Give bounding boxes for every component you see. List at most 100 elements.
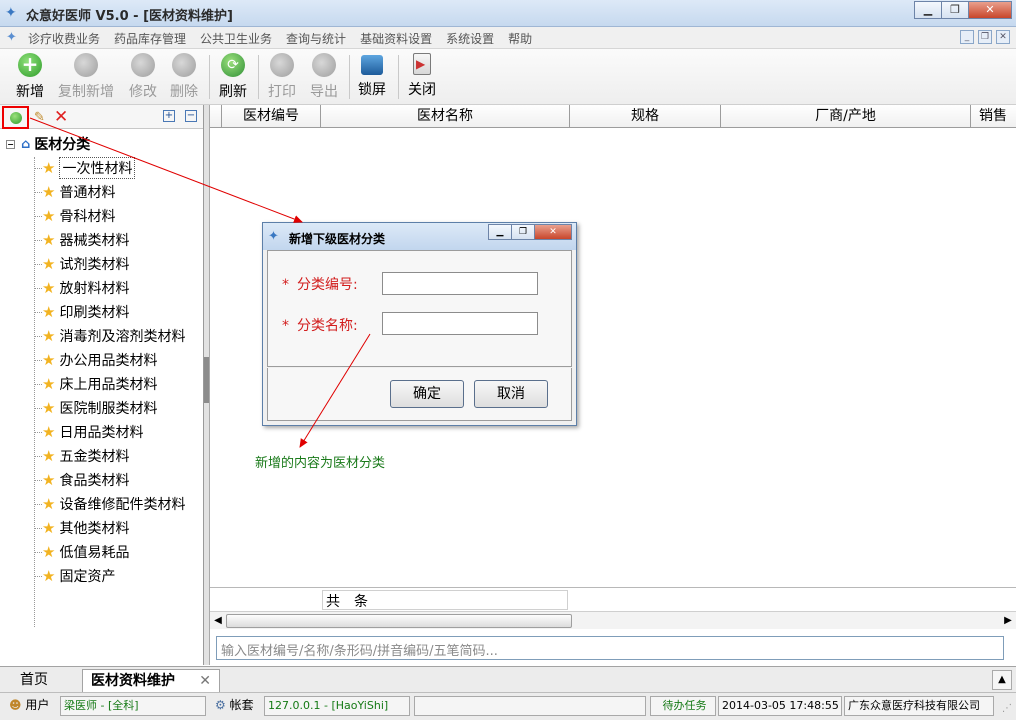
restore-icon[interactable]: ❐ [941, 1, 969, 19]
tree-root[interactable]: − ⌂ 医材分类 [6, 134, 90, 154]
tab-materials[interactable]: 医材资料维护 ✕ [82, 669, 220, 692]
edit-button[interactable]: 修改 [129, 53, 157, 101]
tree-toolbar: ✎ ✕ + − [0, 105, 203, 129]
col-header-sales[interactable]: 销售 [971, 105, 1016, 127]
close-button[interactable]: 关闭 [408, 53, 436, 99]
tree-item[interactable]: ★ 消毒剂及溶剂类材料 [34, 324, 202, 348]
tree-item-label: 五金类材料 [59, 449, 130, 465]
mdi-restore-icon[interactable]: ❐ [978, 30, 992, 44]
resize-grip-icon[interactable]: ⋰ [1002, 703, 1012, 714]
tree-item[interactable]: ★ 骨科材料 [34, 204, 202, 228]
tree-item-label: 其他类材料 [59, 521, 130, 537]
new-button[interactable]: + 新增 [16, 53, 44, 101]
edit-category-icon[interactable]: ✎ [34, 110, 45, 125]
cancel-button[interactable]: 取消 [474, 380, 548, 408]
menu-item-clinic[interactable]: 诊疗收费业务 [28, 30, 100, 47]
tree-item[interactable]: ★ 五金类材料 [34, 444, 202, 468]
category-name-input[interactable] [382, 312, 538, 335]
toolbar: + 新增 复制新增 修改 删除 ⟳ 刷新 打印 导出 锁屏 关闭 [0, 49, 1016, 105]
user-status: ☻ 用户 [6, 696, 56, 716]
lock-screen-button[interactable]: 锁屏 [358, 53, 386, 99]
menu-item-pharmacy[interactable]: 药品库存管理 [114, 30, 186, 47]
tree-item[interactable]: ★ 床上用品类材料 [34, 372, 202, 396]
search-input[interactable]: 输入医材编号/名称/条形码/拼音编码/五笔简码... [216, 636, 1004, 660]
tree-item[interactable]: ★ 医院制服类材料 [34, 396, 202, 420]
dialog-restore-icon[interactable]: ❐ [511, 224, 535, 240]
col-header-spec[interactable]: 规格 [570, 105, 721, 127]
tree-item-label: 一次性材料 [59, 157, 136, 179]
tree-item[interactable]: ★ 办公用品类材料 [34, 348, 202, 372]
export-label: 导出 [310, 84, 338, 100]
star-icon: ★ [42, 543, 56, 561]
collapse-all-icon[interactable]: − [185, 110, 197, 122]
menu-item-query[interactable]: 查询与统计 [286, 30, 346, 47]
tree-item[interactable]: ★ 器械类材料 [34, 228, 202, 252]
app-icon: ✦ [268, 229, 279, 244]
tab-scroll-up-icon[interactable]: ▲ [992, 670, 1012, 690]
tree-item[interactable]: ★ 日用品类材料 [34, 420, 202, 444]
menu-item-system[interactable]: 系统设置 [446, 30, 494, 47]
tree-item[interactable]: ★ 低值易耗品 [34, 540, 202, 564]
star-icon: ★ [42, 255, 56, 273]
delete-label: 删除 [170, 84, 198, 100]
app-menu-icon[interactable]: ✦ [6, 30, 17, 45]
col-header-code[interactable]: 医材编号 [222, 105, 321, 127]
tab-home[interactable]: 首页 [12, 669, 56, 692]
splitter-grip[interactable] [204, 357, 209, 403]
tree-item[interactable]: ★ 放射料材料 [34, 276, 202, 300]
copy-new-button[interactable]: 复制新增 [58, 53, 114, 101]
home-icon: ⌂ [21, 136, 31, 152]
star-icon: ★ [42, 207, 56, 225]
minimize-icon[interactable]: ▁ [914, 1, 942, 19]
add-child-category-button[interactable] [2, 106, 29, 129]
export-button[interactable]: 导出 [310, 53, 338, 101]
tree-items: ★ 一次性材料 ★ 普通材料 ★ 骨科材料 ★ 器械类材料 ★ 试剂类材料 ★ 放射料材料 ★ 印刷类材料… [34, 156, 202, 588]
window-title: 众意好医师 V5.0 - [医材资料维护] [26, 9, 233, 24]
scroll-right-icon[interactable]: ▶ [1001, 614, 1015, 628]
ok-button[interactable]: 确定 [390, 380, 464, 408]
tree-item[interactable]: ★ 一次性材料 [34, 156, 202, 180]
scroll-left-icon[interactable]: ◀ [211, 614, 225, 628]
account-status: ⚙ 帐套 [212, 696, 262, 716]
tree-item[interactable]: ★ 印刷类材料 [34, 300, 202, 324]
tree-item[interactable]: ★ 试剂类材料 [34, 252, 202, 276]
lock-label: 锁屏 [358, 82, 386, 98]
delete-button[interactable]: 删除 [170, 53, 198, 101]
tree-item[interactable]: ★ 食品类材料 [34, 468, 202, 492]
dialog-minimize-icon[interactable]: ▁ [488, 224, 512, 240]
mdi-minimize-icon[interactable]: _ [960, 30, 974, 44]
col-header-manufacturer[interactable]: 厂商/产地 [721, 105, 971, 127]
collapse-toggle-icon[interactable]: − [6, 139, 15, 149]
horizontal-scrollbar[interactable]: ◀ ▶ [210, 611, 1016, 629]
mdi-close-icon[interactable]: ✕ [996, 30, 1010, 44]
close-tab-icon[interactable]: ✕ [199, 670, 211, 692]
star-icon: ★ [42, 159, 56, 177]
category-code-input[interactable] [382, 272, 538, 295]
status-bar: ☻ 用户 梁医师 - [全科] ⚙ 帐套 127.0.0.1 - [HaoYiS… [0, 692, 1016, 720]
new-label: 新增 [16, 84, 44, 100]
edit-label: 修改 [129, 84, 157, 100]
dialog-close-icon[interactable]: ✕ [534, 224, 572, 240]
close-icon[interactable]: ✕ [968, 1, 1012, 19]
scroll-thumb[interactable] [226, 614, 572, 628]
tree-item[interactable]: ★ 其他类材料 [34, 516, 202, 540]
menu-item-help[interactable]: 帮助 [508, 30, 532, 47]
print-label: 打印 [268, 84, 296, 100]
menu-item-base-data[interactable]: 基础资料设置 [360, 30, 432, 47]
mdi-controls: _ ❐ ✕ [956, 30, 1010, 44]
menu-item-public-health[interactable]: 公共卫生业务 [200, 30, 272, 47]
datetime: 2014-03-05 17:48:55 [718, 696, 842, 716]
expand-all-icon[interactable]: + [163, 110, 175, 122]
tree-item[interactable]: ★ 固定资产 [34, 564, 202, 588]
print-button[interactable]: 打印 [268, 53, 296, 101]
tree-item[interactable]: ★ 普通材料 [34, 180, 202, 204]
pending-tasks[interactable]: 待办任务 [650, 696, 716, 716]
refresh-icon: ⟳ [221, 53, 245, 77]
tree-item-label: 印刷类材料 [59, 305, 130, 321]
tree-item[interactable]: ★ 设备维修配件类材料 [34, 492, 202, 516]
refresh-button[interactable]: ⟳ 刷新 [219, 53, 247, 101]
star-icon: ★ [42, 327, 56, 345]
col-header-name[interactable]: 医材名称 [321, 105, 570, 127]
copy-new-label: 复制新增 [58, 84, 114, 100]
delete-category-icon[interactable]: ✕ [54, 107, 68, 127]
